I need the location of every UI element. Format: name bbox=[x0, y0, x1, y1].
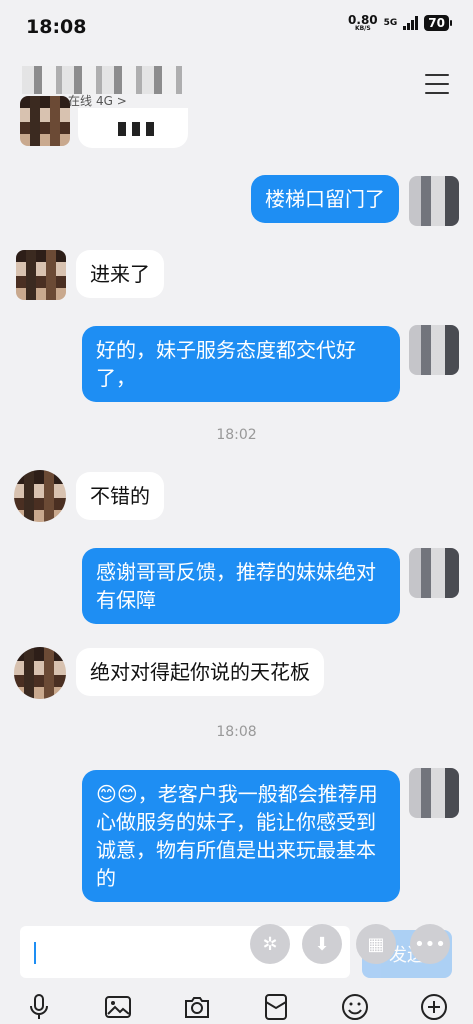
plus-icon[interactable] bbox=[416, 990, 452, 1024]
contact-avatar[interactable] bbox=[14, 470, 66, 522]
image-icon[interactable] bbox=[100, 990, 136, 1024]
message-bubble-outgoing[interactable]: 😊😊，老客户我一般都会推荐用心做服务的妹子，能让你感受到诚意，物有所值是出来玩最… bbox=[82, 770, 400, 902]
message-bubble-incoming[interactable]: 进来了 bbox=[76, 250, 164, 298]
text-caret bbox=[34, 942, 36, 964]
status-indicators: 0.80 KB/S 5G 70 bbox=[348, 14, 452, 32]
signal-icon bbox=[403, 16, 419, 30]
battery-icon: 70 bbox=[424, 15, 452, 31]
bottom-toolbar bbox=[0, 990, 473, 1024]
status-bar: 18:08 0.80 KB/S 5G 70 bbox=[0, 0, 473, 56]
microphone-icon[interactable] bbox=[21, 990, 57, 1024]
network-speed: 0.80 KB/S bbox=[348, 14, 378, 32]
red-packet-icon[interactable] bbox=[258, 990, 294, 1024]
contact-avatar[interactable] bbox=[16, 250, 66, 300]
message-timestamp: 18:02 bbox=[216, 427, 257, 443]
camera-icon[interactable] bbox=[179, 990, 215, 1024]
my-avatar[interactable] bbox=[409, 325, 459, 375]
my-avatar[interactable] bbox=[409, 548, 459, 598]
message-input[interactable] bbox=[20, 926, 350, 978]
my-avatar[interactable] bbox=[409, 768, 459, 818]
presence-suffix: 4G > bbox=[96, 93, 127, 108]
contact-avatar[interactable] bbox=[20, 96, 70, 146]
presence-label: 在线 bbox=[68, 94, 93, 108]
contact-name-blurred[interactable] bbox=[22, 66, 182, 94]
message-bubble-outgoing[interactable]: 楼梯口留门了 bbox=[251, 175, 399, 223]
download-icon[interactable]: ⬇ bbox=[302, 924, 342, 964]
message-timestamp: 18:08 bbox=[216, 724, 257, 740]
network-type: 5G bbox=[383, 18, 398, 28]
message-bubble-incoming[interactable]: 不错的 bbox=[76, 472, 164, 520]
my-avatar[interactable] bbox=[409, 176, 459, 226]
contact-avatar[interactable] bbox=[14, 647, 66, 699]
status-time: 18:08 bbox=[26, 16, 87, 38]
partial-message-bubble bbox=[78, 108, 188, 148]
message-bubble-outgoing[interactable]: 好的，妹子服务态度都交代好了， bbox=[82, 326, 400, 402]
more-icon[interactable]: ••• bbox=[410, 924, 450, 964]
message-bubble-incoming[interactable]: 绝对对得起你说的天花板 bbox=[76, 648, 324, 696]
quick-action-icon[interactable]: ✲ bbox=[250, 924, 290, 964]
emoji-icon[interactable] bbox=[337, 990, 373, 1024]
network-speed-unit: KB/S bbox=[354, 25, 371, 32]
message-bubble-outgoing[interactable]: 感谢哥哥反馈，推荐的妹妹绝对有保障 bbox=[82, 548, 400, 624]
apps-grid-icon[interactable]: ▦ bbox=[356, 924, 396, 964]
menu-icon[interactable] bbox=[425, 74, 449, 94]
